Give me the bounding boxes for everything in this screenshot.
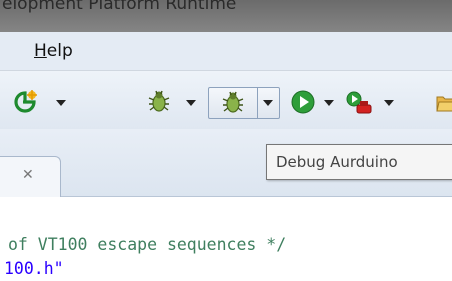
debug-dropdown-caret[interactable] xyxy=(186,100,196,106)
run-dropdown-caret[interactable] xyxy=(324,100,334,106)
open-folder-icon xyxy=(436,96,452,112)
close-icon[interactable]: ✕ xyxy=(22,167,34,183)
run-icon xyxy=(291,90,315,114)
new-wizard-icon xyxy=(14,90,37,113)
menu-help[interactable]: Help xyxy=(34,41,73,61)
new-wizard-button[interactable] xyxy=(12,89,38,119)
window-title: elopment Platform Runtime xyxy=(2,0,237,14)
debug-bug-icon xyxy=(222,91,244,113)
editor-tab[interactable]: ✕ xyxy=(0,156,61,197)
window-title-bar: elopment Platform Runtime xyxy=(0,0,452,32)
debug-button[interactable] xyxy=(146,89,172,119)
menu-help-mnemonic: H xyxy=(34,41,47,61)
debug-aurduino-split-button[interactable] xyxy=(208,87,280,119)
split-divider xyxy=(257,88,258,118)
external-tools-button[interactable] xyxy=(345,89,375,121)
new-wizard-dropdown-caret[interactable] xyxy=(56,100,66,106)
code-line-comment: of VT100 escape sequences */ xyxy=(8,235,287,254)
debug-aurduino-dropdown-caret[interactable] xyxy=(263,100,273,106)
main-toolbar xyxy=(0,71,452,129)
tooltip: Debug Aurduino xyxy=(266,144,452,180)
code-line-include: 100.h" xyxy=(4,259,64,278)
run-button[interactable] xyxy=(290,89,316,119)
external-tools-icon xyxy=(346,91,372,114)
open-folder-button[interactable] xyxy=(436,91,452,119)
code-editor[interactable]: of VT100 escape sequences */ 100.h" xyxy=(0,197,452,281)
external-tools-dropdown-caret[interactable] xyxy=(384,100,394,106)
debug-bug-icon xyxy=(148,90,170,112)
menu-bar: Help xyxy=(0,32,452,71)
menu-help-label: elp xyxy=(46,41,73,61)
